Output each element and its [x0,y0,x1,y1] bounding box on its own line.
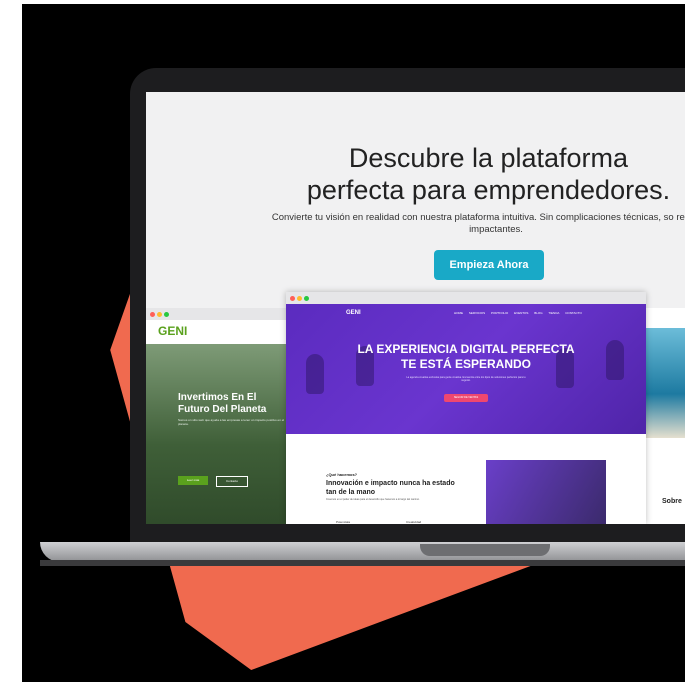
laptop-screen: Descubre la plataforma perfecta para emp… [146,92,685,524]
stage: Descubre la plataforma perfecta para emp… [0,0,685,684]
section-kicker: ¿Qué hacemos? [326,472,358,477]
left-browser-window: GENI Invertimos En El Futuro Del Planeta… [146,308,296,524]
section-image [486,460,606,524]
center-site-hero: GENI HOME SERVICIOS PORTFOLIO EVENTOS BL… [286,304,646,434]
left-site-body: Somos un sitio web que ayuda a las empre… [178,418,285,426]
nav-eventos[interactable]: EVENTOS [514,311,528,315]
right-site-image [642,328,685,438]
laptop-base [40,542,685,562]
minimize-dot-icon[interactable] [297,296,302,301]
center-site-hero-button[interactable]: SEGUIR DE VENTAS [444,394,488,402]
nav-tienda[interactable]: TIENDA [548,311,559,315]
laptop-notch [420,544,550,556]
cta-button[interactable]: Empieza Ahora [434,250,544,280]
left-site-logo[interactable]: GENI [158,324,187,338]
feature-1: Potenciala [336,520,351,524]
right-browser-window: Sobre [642,308,685,524]
right-site-section-title: Sobre [662,498,682,505]
center-site-headline: LA EXPERIENCIA DIGITAL PERFECTA TE ESTÁ … [286,342,646,372]
feature-2: Creatividad [406,520,422,524]
left-site-button-secondary[interactable]: Contacto [216,476,248,487]
maximize-dot-icon[interactable] [164,312,169,317]
nav-home[interactable]: HOME [454,311,463,315]
minimize-dot-icon[interactable] [157,312,162,317]
center-site-subtext: La agencia creativa exclusiva para gente… [406,376,526,382]
center-site-headline-line1: LA EXPERIENCIA DIGITAL PERFECTA [357,342,575,356]
hero-subtitle: Convierte tu visión en realidad con nues… [271,212,685,235]
nav-blog[interactable]: BLOG [534,311,542,315]
laptop-base-shadow [40,560,685,566]
close-dot-icon[interactable] [290,296,295,301]
center-browser-chrome [286,292,646,304]
hero-title-line1: Descubre la plataforma [348,143,629,173]
nav-servicios[interactable]: SERVICIOS [469,311,485,315]
center-site-headline-line2: TE ESTÁ ESPERANDO [400,357,532,371]
left-browser-chrome [146,308,296,320]
left-site-headline: Invertimos En El Futuro Del Planeta [178,392,267,415]
hero-title: Descubre la plataforma perfecta para emp… [146,142,685,206]
maximize-dot-icon[interactable] [304,296,309,301]
nav-portfolio[interactable]: PORTFOLIO [491,311,508,315]
section-body: Creemos en el poder de ideas para el des… [326,498,420,501]
center-site-logo[interactable]: GENI [346,310,361,316]
left-site-button-primary[interactable]: Leer más [178,476,208,485]
hero-title-line2: perfecta para emprendedores. [306,175,671,205]
close-dot-icon[interactable] [150,312,155,317]
center-site-nav: HOME SERVICIOS PORTFOLIO EVENTOS BLOG TI… [454,311,587,315]
left-site-hero-image [146,344,296,524]
section-title: Innovación e impacto nunca ha estado tan… [326,480,455,496]
nav-contacto[interactable]: CONTACTO [565,311,582,315]
center-browser-window: GENI HOME SERVICIOS PORTFOLIO EVENTOS BL… [286,292,646,524]
